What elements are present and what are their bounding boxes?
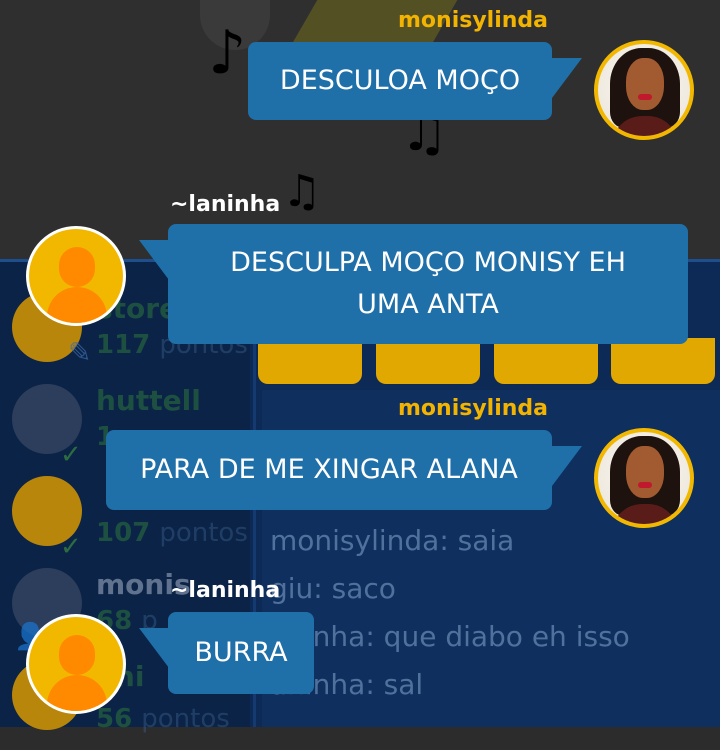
chat-line: giu: saco [270, 572, 396, 605]
default-avatar[interactable] [26, 226, 126, 326]
pencil-icon: ✎ [68, 336, 92, 369]
check-icon: ✓ [60, 440, 82, 470]
player-score: 56 pontos [96, 704, 230, 734]
message-bubble: DESCULPA MOÇO MONISY EH UMA ANTA [168, 224, 688, 344]
message-bubble: DESCULOA MOÇO [248, 42, 552, 120]
music-note-doodle: ♫ [282, 166, 322, 217]
bubble-tail [552, 58, 582, 98]
message-username: monisylinda [398, 8, 549, 33]
avatar-lips [638, 94, 652, 100]
tool-button[interactable] [611, 338, 715, 384]
avatar-face [626, 58, 664, 110]
message-username: monisylinda [398, 396, 549, 421]
avatar-face [626, 446, 664, 498]
avatar-head [59, 247, 95, 287]
player-score: 107 pontos [96, 518, 248, 548]
bubble-tail [139, 628, 169, 668]
message-username: ~laninha [170, 192, 281, 217]
tool-button[interactable] [258, 338, 362, 384]
avatar-body [47, 675, 107, 711]
tool-button[interactable] [376, 338, 480, 384]
chat-line: aninha: que diabo eh isso [270, 620, 630, 653]
user-avatar[interactable] [594, 428, 694, 528]
bubble-tail [139, 240, 169, 280]
user-avatar[interactable] [594, 40, 694, 140]
avatar-head [59, 635, 95, 675]
message-bubble: PARA DE ME XINGAR ALANA [106, 430, 552, 510]
avatar-body [47, 287, 107, 323]
chat-line: monisylinda: saia [270, 524, 515, 557]
avatar-lips [638, 482, 652, 488]
music-note-doodle: ♪ [208, 18, 247, 88]
check-icon: ✓ [60, 532, 82, 562]
bubble-tail [552, 446, 582, 486]
tool-button[interactable] [494, 338, 598, 384]
message-username: ~laninha [170, 578, 281, 603]
player-name: huttell [96, 384, 201, 417]
message-bubble: BURRA [168, 612, 314, 694]
default-avatar[interactable] [26, 614, 126, 714]
